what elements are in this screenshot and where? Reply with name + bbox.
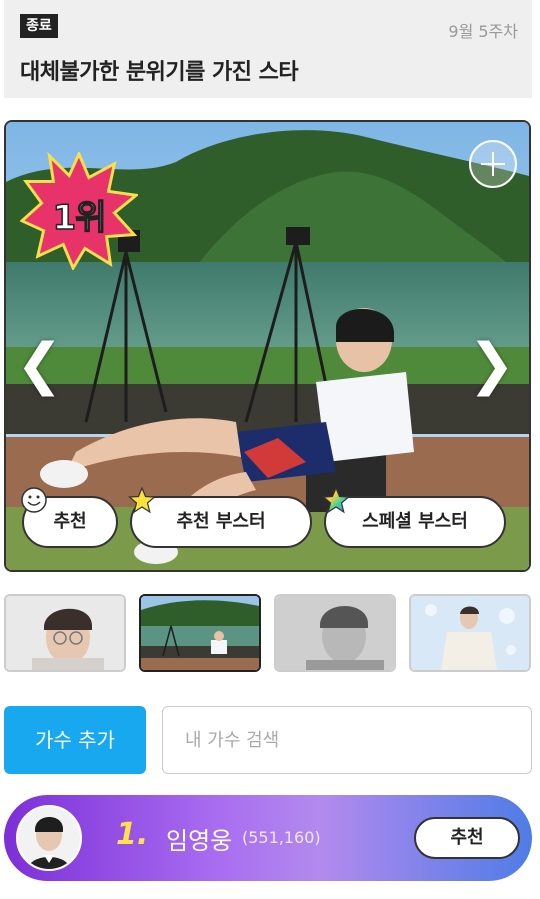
thumbnail-4[interactable]	[409, 594, 531, 672]
thumbnail-2-selected[interactable]	[139, 594, 261, 672]
thumbnail-4-image	[411, 596, 529, 670]
avatar	[16, 805, 82, 871]
recommend-label: 추천	[53, 511, 87, 532]
special-booster-label: 스페셜 부스터	[362, 511, 468, 532]
ranking-row: 1. 임영웅 (551,160) 추천	[4, 795, 532, 881]
recommend-button[interactable]: 추천	[21, 487, 118, 548]
avatar-image	[18, 807, 80, 869]
thumbnail-3[interactable]	[274, 594, 396, 672]
vote-count: (551,160)	[242, 828, 321, 847]
thumbnail-2-image	[141, 596, 259, 670]
recommend-booster-button[interactable]: 추천 부스터	[128, 486, 312, 548]
singer-name: 임영웅	[166, 827, 233, 855]
rank-number: 1.	[116, 817, 149, 852]
main-photo[interactable]: 1위 ❮ ❯ 추천 추천 부스터 스페셜 부스터	[4, 120, 531, 572]
recommend-booster-label: 추천 부스터	[176, 511, 266, 532]
next-arrow-icon[interactable]: ❯	[468, 337, 515, 393]
event-header: 종료 9월 5주차 대체불가한 분위기를 가진 스타	[4, 0, 532, 98]
page-title: 대체불가한 분위기를 가진 스타	[20, 60, 299, 85]
thumbnail-1[interactable]	[4, 594, 126, 672]
rainbow-star-icon	[322, 486, 350, 514]
prev-arrow-icon[interactable]: ❮	[16, 337, 63, 393]
yellow-star-icon	[128, 486, 156, 514]
add-singer-button[interactable]: 가수 추가	[4, 706, 146, 774]
smiley-icon	[21, 487, 47, 513]
week-label: 9월 5주차	[448, 22, 518, 41]
singer-search-input[interactable]	[162, 706, 532, 774]
thumbnail-3-image	[276, 596, 394, 670]
thumbnail-1-image	[6, 596, 124, 670]
special-booster-button[interactable]: 스페셜 부스터	[322, 486, 506, 548]
status-badge: 종료	[20, 14, 58, 38]
rank-badge-label: 1위	[52, 197, 107, 239]
ranking-recommend-button[interactable]: 추천	[414, 817, 520, 859]
expand-plus-button[interactable]	[469, 140, 517, 188]
